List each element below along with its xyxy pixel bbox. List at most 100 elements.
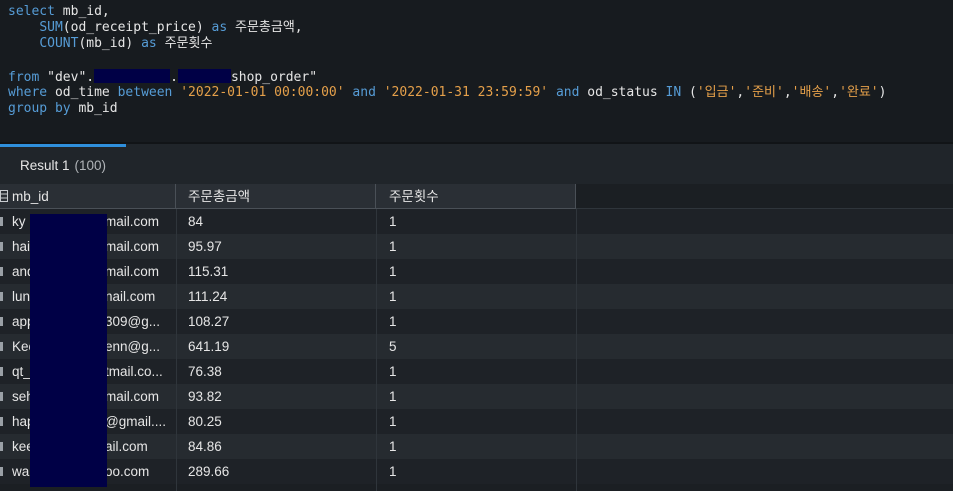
row-marker-icon xyxy=(0,342,3,351)
table-row[interactable]: ky mail.com 84 1 xyxy=(0,209,953,234)
string-literal: '배송' xyxy=(791,84,832,100)
row-marker-icon xyxy=(0,392,3,401)
cell-total-amount[interactable]: 111.24 xyxy=(188,284,374,309)
cell-order-count[interactable]: 1 xyxy=(389,284,575,309)
code-line-3: COUNT(mb_id) as 주문횟수 xyxy=(0,36,953,52)
code-line-5: from "dev".. shop_order" xyxy=(0,68,953,85)
table-row[interactable]: seh mail.com 93.82 1 xyxy=(0,384,953,409)
code-token: , xyxy=(783,84,792,100)
header-filler xyxy=(576,184,953,209)
row-marker-icon xyxy=(0,417,3,426)
cell-order-count[interactable]: 1 xyxy=(389,434,575,459)
code-token: od_status xyxy=(587,84,658,100)
string-literal: '2022-01-31 23:59:59' xyxy=(383,84,549,100)
column-divider xyxy=(176,209,177,491)
column-divider xyxy=(376,209,377,491)
code-token: , xyxy=(831,84,840,100)
result-tab-bar: Result 1 (100) xyxy=(0,144,953,184)
row-marker-icon xyxy=(0,442,3,451)
keyword-in: IN xyxy=(665,84,682,100)
cell-total-amount[interactable]: 84.86 xyxy=(188,434,374,459)
row-marker-icon xyxy=(0,467,3,476)
string-literal: '준비' xyxy=(744,84,784,100)
table-row[interactable]: lun nail.com 111.24 1 xyxy=(0,284,953,309)
cell-order-count[interactable]: 1 xyxy=(389,309,575,334)
code-line-7: group by mb_id xyxy=(0,101,953,117)
redaction-block xyxy=(177,68,231,83)
column-header-total-amount[interactable]: 주문총금액 xyxy=(176,184,376,209)
keyword-as: as xyxy=(141,36,157,52)
table-row[interactable]: app 309@g... 108.27 1 xyxy=(0,309,953,334)
tab-result-1[interactable]: Result 1 (100) xyxy=(0,144,126,184)
code-line-6: where od_time between '2022-01-01 00:00:… xyxy=(0,85,953,101)
redaction-block xyxy=(94,68,171,83)
redaction-block xyxy=(30,214,107,487)
cell-order-count[interactable]: 1 xyxy=(389,209,575,234)
function-count: COUNT xyxy=(39,36,79,52)
cell-total-amount[interactable]: 115.31 xyxy=(188,259,374,284)
cell-order-count[interactable]: 1 xyxy=(389,459,575,484)
sql-editor[interactable]: select mb_id, SUM(od_receipt_price) as 주… xyxy=(0,0,953,142)
string-literal: '완료' xyxy=(839,84,879,100)
cell-order-count[interactable]: 5 xyxy=(389,334,575,359)
row-marker-icon xyxy=(0,242,3,251)
alias-token: 주문총금액, xyxy=(235,20,303,36)
cell-total-amount[interactable]: 76.38 xyxy=(188,359,374,384)
row-marker-icon xyxy=(0,367,3,376)
keyword-from: from xyxy=(8,69,40,85)
table-row[interactable]: kee ail.com 84.86 1 xyxy=(0,434,953,459)
cell-order-count[interactable]: 1 xyxy=(389,234,575,259)
table-icon xyxy=(0,190,8,202)
code-line-2: SUM(od_receipt_price) as 주문총금액, xyxy=(0,20,953,36)
cell-order-count[interactable]: 1 xyxy=(389,384,575,409)
column-header-mb-id[interactable]: mb_id xyxy=(0,184,176,209)
cell-order-count[interactable]: 1 xyxy=(389,409,575,434)
column-divider xyxy=(576,209,577,491)
cell-total-amount[interactable]: 289.66 xyxy=(188,459,374,484)
table-row[interactable]: wa oo.com 289.66 1 xyxy=(0,459,953,484)
keyword-group-by: group by xyxy=(8,101,71,117)
row-count: (100) xyxy=(74,158,107,173)
string-literal: '입금' xyxy=(696,84,737,100)
cell-total-amount[interactable]: 80.25 xyxy=(188,409,374,434)
table-row[interactable]: qt_ tmail.co... 76.38 1 xyxy=(0,359,953,384)
cell-total-amount[interactable]: 108.27 xyxy=(188,309,374,334)
code-token: ) xyxy=(878,84,887,100)
row-marker-icon xyxy=(0,217,3,226)
column-header-order-count[interactable]: 주문횟수 xyxy=(376,184,576,209)
cell-total-amount[interactable]: 95.97 xyxy=(188,234,374,259)
table-row[interactable]: Kee enn@g... 641.19 5 xyxy=(0,334,953,359)
keyword-and: and xyxy=(352,84,376,100)
keyword-where: where xyxy=(8,84,48,100)
keyword-select: select xyxy=(8,4,55,19)
function-sum: SUM xyxy=(39,20,63,36)
code-token: "dev". xyxy=(47,69,95,85)
table-row[interactable]: and mail.com 115.31 1 xyxy=(0,259,953,284)
row-marker-icon xyxy=(0,317,3,326)
code-token: ( xyxy=(689,84,697,100)
keyword-between: between xyxy=(117,84,173,100)
tab-label: Result 1 xyxy=(20,158,70,173)
code-token: (mb_id) xyxy=(78,36,134,52)
code-token: (od_receipt_price) xyxy=(62,20,204,36)
row-marker-icon xyxy=(0,267,3,276)
string-literal: '2022-01-01 00:00:00' xyxy=(180,84,345,100)
code-token: mb_id, xyxy=(54,4,110,19)
cell-total-amount[interactable]: 641.19 xyxy=(188,334,374,359)
keyword-and: and xyxy=(555,84,580,100)
result-grid: mb_id 주문총금액 주문횟수 ky mail.com 84 1 hai mail… xyxy=(0,184,953,491)
cell-order-count[interactable]: 1 xyxy=(389,259,575,284)
alias-token: 주문횟수 xyxy=(164,36,213,52)
table-row[interactable]: hai mail.com 95.97 1 xyxy=(0,234,953,259)
table-row[interactable]: hap @gmail.... 80.25 1 xyxy=(0,409,953,434)
row-marker-icon xyxy=(0,292,3,301)
header-label: 주문총금액 xyxy=(188,189,251,204)
header-label: mb_id xyxy=(12,189,49,204)
code-line-1: select mb_id, xyxy=(0,4,953,20)
cell-total-amount[interactable]: 93.82 xyxy=(188,384,374,409)
cell-order-count[interactable]: 1 xyxy=(389,359,575,384)
cell-total-amount[interactable]: 84 xyxy=(188,209,374,234)
header-label: 주문횟수 xyxy=(389,189,439,204)
code-token: mb_id xyxy=(78,101,118,117)
